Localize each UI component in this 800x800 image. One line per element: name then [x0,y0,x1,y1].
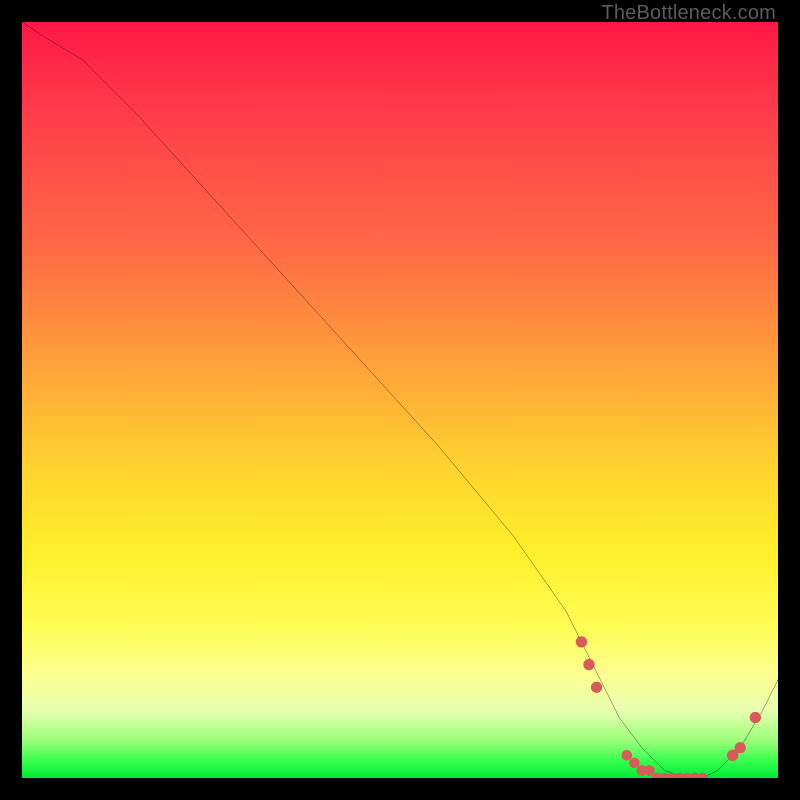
marker-group [576,636,761,778]
chart-svg [22,22,778,778]
bottleneck-curve [22,22,778,778]
chart-frame: TheBottleneck.com [0,0,800,800]
plot-area [22,22,778,778]
attribution-text: TheBottleneck.com [601,2,776,25]
